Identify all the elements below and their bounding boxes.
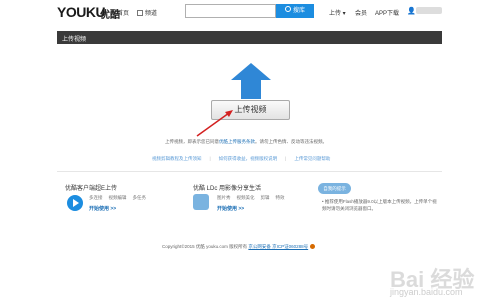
upload-arrow-icon[interactable] [231, 63, 271, 99]
username-blurred[interactable] [416, 7, 442, 14]
user-icon[interactable]: 👤 [407, 7, 416, 15]
member-link[interactable]: 会员 [355, 8, 367, 17]
ldc-feature: 剪辑 [260, 195, 270, 200]
help-link[interactable]: 视频剪辑教程及上传须知 [152, 156, 202, 161]
baidu-watermark-url: jingyan.baidu.com [390, 287, 463, 297]
tips-badge: 自我的提示 [318, 183, 351, 194]
red-pointer-arrow [196, 110, 233, 137]
app-download-link[interactable]: APP下载 [375, 8, 399, 17]
help-link[interactable]: 上传常见问题帮助 [294, 156, 330, 161]
copyright-text: Copyright©2015 优酷 youku.com 版权所有 [162, 244, 248, 249]
ldc-feature: 视频美化 [236, 195, 255, 200]
search-icon [284, 6, 291, 12]
grid-icon [137, 10, 143, 16]
nav-home[interactable]: 首页 [117, 8, 129, 17]
top-bar: YOUKU 优酷 首页 频道 搜库 上传 ▾ 会员 APP下载 👤 [0, 0, 500, 24]
search-input[interactable] [185, 4, 276, 18]
client-title: 优酷客户端超E上传 [65, 186, 118, 192]
ldc-features: 图片秀 视频美化 剪辑 特效 [217, 195, 291, 201]
agreement-suffix: 。请勿上传色情、反动等违法视频。 [255, 139, 327, 144]
client-features: 多连接 视频编辑 多任务 [89, 195, 152, 201]
divider: | [209, 156, 211, 161]
license-link[interactable]: 京公网安备 京ICP证060288号 [248, 244, 308, 249]
ldc-feature: 特效 [275, 195, 285, 200]
service-terms-link[interactable]: 优酷上传服务条款 [219, 139, 255, 144]
ldc-feature: 图片秀 [217, 195, 231, 200]
ldc-title: 优酷 LDc 用影像分享生活 [193, 186, 262, 192]
help-links: 视频剪辑教程及上传须知 | 如何获得收益，视频版权说明 | 上传常见问题帮助 [152, 156, 330, 162]
youku-logo[interactable]: YOUKU [57, 4, 106, 20]
divider: | [285, 156, 287, 161]
agreement-prefix: 上传视频，即表示您已同意 [165, 139, 219, 144]
client-play-icon[interactable] [67, 195, 83, 211]
search-button[interactable]: 搜库 [276, 4, 314, 18]
page-title-bar: 上传视频 [57, 31, 442, 44]
help-link[interactable]: 如何获得收益，视频版权说明 [219, 156, 278, 161]
tips-text: • 推荐使用Flash播放器9.0以上版本上传视频，上传单个视频时请勿关闭浏览器… [322, 199, 437, 211]
upload-menu[interactable]: 上传 ▾ [329, 8, 346, 17]
client-feature: 视频编辑 [108, 195, 127, 200]
ldc-app-icon[interactable] [193, 194, 209, 210]
footer: Copyright©2015 优酷 youku.com 版权所有 京公网安备 京… [162, 244, 316, 250]
security-badge-icon [310, 244, 316, 249]
client-feature: 多任务 [132, 195, 147, 200]
nav-channel[interactable]: 频道 [137, 8, 157, 17]
search-button-label: 搜库 [292, 8, 305, 14]
nav-channel-label: 频道 [145, 11, 158, 17]
ldc-start-link[interactable]: 开始使用 >> [217, 205, 244, 212]
divider-line [57, 171, 442, 172]
agreement-text: 上传视频，即表示您已同意优酷上传服务条款。请勿上传色情、反动等违法视频。 [165, 139, 327, 145]
client-start-link[interactable]: 开始使用 >> [89, 205, 116, 212]
client-feature: 多连接 [89, 195, 103, 200]
page-title: 上传视频 [62, 37, 87, 43]
